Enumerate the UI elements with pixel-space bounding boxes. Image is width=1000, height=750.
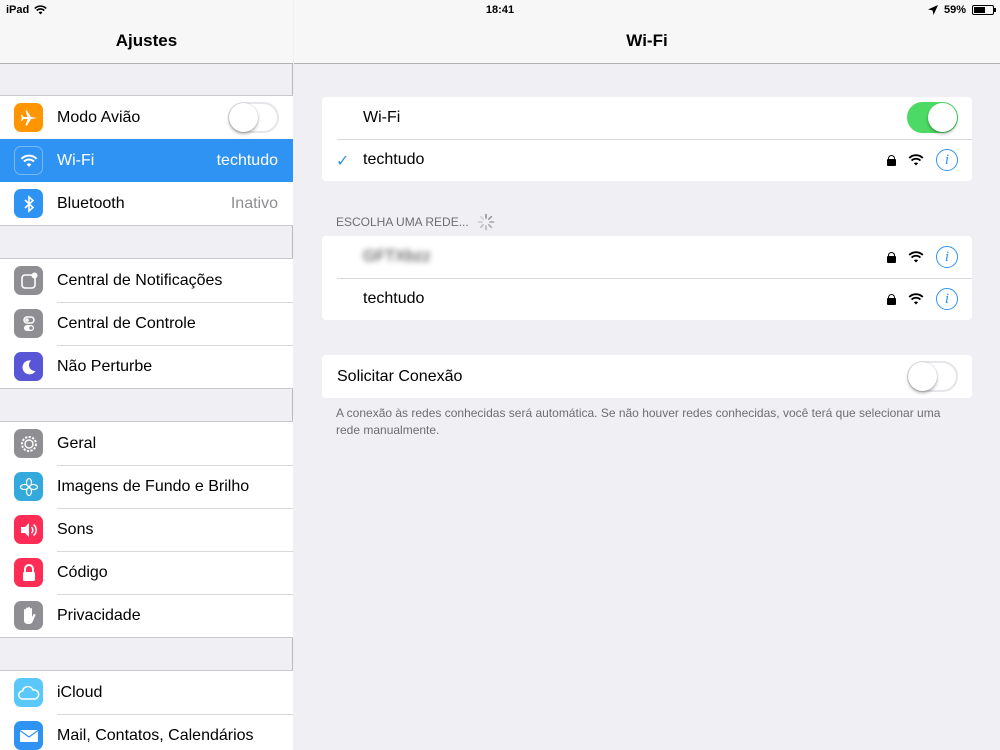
ask-to-join-toggle[interactable]: [907, 361, 958, 392]
sidebar-item-value: techtudo: [216, 151, 278, 169]
sidebar-item-passcode[interactable]: Código: [0, 551, 293, 594]
ask-to-join-row: Solicitar Conexão: [322, 355, 972, 398]
network-status-icons: i: [887, 149, 958, 171]
moon-icon: [14, 352, 43, 381]
toggle-knob: [229, 103, 258, 132]
wifi-toggle[interactable]: [907, 102, 958, 133]
sidebar-item-label: Central de Notificações: [57, 271, 223, 289]
sidebar-item-label: Não Perturbe: [57, 357, 153, 375]
settings-sidebar: Ajustes Modo Avião Wi-Fi techtudo Blueto…: [0, 0, 293, 750]
toggle-knob: [928, 103, 957, 132]
hand-icon: [14, 601, 43, 630]
bluetooth-icon: [14, 189, 43, 218]
control-center-icon: [14, 309, 43, 338]
wifi-detail-pane: Wi-Fi Wi-Fi ✓ techtudo i ESCOLHA UMA RED…: [294, 0, 1000, 750]
sidebar-title: Ajustes: [115, 31, 178, 50]
sidebar-item-wallpaper-brightness[interactable]: Imagens de Fundo e Brilho: [0, 465, 293, 508]
connected-network-row[interactable]: ✓ techtudo i: [322, 139, 972, 181]
wifi-icon: [14, 146, 43, 175]
speaker-icon: [14, 515, 43, 544]
sidebar-item-label: Código: [57, 563, 108, 581]
wifi-strength-icon: [908, 293, 924, 305]
ask-to-join-card: Solicitar Conexão: [322, 355, 972, 398]
lock-icon: [887, 251, 896, 263]
network-row[interactable]: techtudo i: [322, 278, 972, 320]
sidebar-item-label: Bluetooth: [57, 194, 125, 212]
sidebar-item-label: Privacidade: [57, 606, 141, 624]
sidebar-item-airplane-mode[interactable]: Modo Avião: [0, 96, 293, 139]
location-arrow-icon: [927, 5, 938, 15]
toggle-knob: [908, 362, 937, 391]
notifications-icon: [14, 266, 43, 295]
sidebar-item-notification-center[interactable]: Central de Notificações: [0, 259, 293, 302]
sidebar-item-sounds[interactable]: Sons: [0, 508, 293, 551]
sidebar-item-privacy[interactable]: Privacidade: [0, 594, 293, 637]
sidebar-group-connectivity: Modo Avião Wi-Fi techtudo Bluetooth Inat…: [0, 95, 293, 226]
sidebar-item-label: Modo Avião: [57, 108, 141, 126]
network-name: techtudo: [363, 290, 425, 307]
sidebar-item-label: Sons: [57, 520, 94, 538]
sidebar-item-icloud[interactable]: iCloud: [0, 671, 293, 714]
sidebar-item-value: Inativo: [230, 194, 278, 212]
sidebar-item-label: iCloud: [57, 683, 103, 701]
battery-level: [974, 7, 985, 13]
cloud-icon: [14, 678, 43, 707]
sidebar-item-label: Mail, Contatos, Calendários: [57, 726, 254, 744]
mail-icon: [14, 721, 43, 750]
status-time: 18:41: [485, 4, 515, 16]
network-row[interactable]: GFTXbzz i: [322, 236, 972, 278]
battery-icon: [972, 5, 996, 15]
lock-icon: [887, 154, 896, 166]
wifi-toggle-label: Wi-Fi: [363, 109, 401, 126]
ask-to-join-note: A conexão às redes conhecidas será autom…: [336, 406, 941, 437]
sidebar-item-label: Imagens de Fundo e Brilho: [57, 477, 250, 495]
status-bar-right: 59%: [927, 4, 996, 16]
available-networks-card: GFTXbzz i techtudo i: [322, 236, 972, 320]
choose-network-label: ESCOLHA UMA REDE...: [336, 215, 469, 229]
battery-percent: 59%: [943, 4, 966, 16]
wifi-strength-icon: [908, 154, 924, 166]
connected-network-name: techtudo: [363, 151, 425, 168]
sidebar-item-label: Geral: [57, 434, 97, 452]
wifi-strength-icon: [908, 251, 924, 263]
lock-icon: [887, 293, 896, 305]
network-status-icons: i: [887, 246, 958, 268]
choose-network-header: ESCOLHA UMA REDE...: [336, 213, 495, 231]
network-info-button[interactable]: i: [936, 288, 958, 310]
airplane-mode-toggle[interactable]: [228, 102, 279, 133]
checkmark-icon: ✓: [336, 153, 350, 170]
wifi-status-card: Wi-Fi ✓ techtudo i: [322, 97, 972, 181]
sidebar-item-bluetooth[interactable]: Bluetooth Inativo: [0, 182, 293, 225]
network-name: GFTXbzz: [363, 248, 431, 265]
sidebar-group-accounts: iCloud Mail, Contatos, Calendários: [0, 670, 293, 750]
network-info-button[interactable]: i: [936, 246, 958, 268]
sidebar-group-centers: Central de Notificações Central de Contr…: [0, 258, 293, 389]
network-info-button[interactable]: i: [936, 149, 958, 171]
sidebar-item-label: Central de Controle: [57, 314, 196, 332]
lock-icon: [14, 558, 43, 587]
airplane-icon: [14, 103, 43, 132]
sidebar-item-control-center[interactable]: Central de Controle: [0, 302, 293, 345]
sidebar-item-general[interactable]: Geral: [0, 422, 293, 465]
sidebar-item-do-not-disturb[interactable]: Não Perturbe: [0, 345, 293, 388]
ask-to-join-label: Solicitar Conexão: [337, 367, 463, 385]
sidebar-item-label: Wi-Fi: [57, 151, 95, 169]
gear-icon: [14, 429, 43, 458]
sidebar-item-mail-contacts-calendars[interactable]: Mail, Contatos, Calendários: [0, 714, 293, 750]
status-bar: iPad 18:41 59%: [0, 0, 1000, 22]
wallpaper-icon: [14, 472, 43, 501]
page-title: Wi-Fi: [626, 31, 668, 50]
wifi-toggle-row: Wi-Fi: [322, 97, 972, 139]
sidebar-item-wifi[interactable]: Wi-Fi techtudo: [0, 139, 293, 182]
loading-spinner-icon: [477, 213, 495, 231]
sidebar-group-general: Geral Imagens de Fundo e Brilho Sons Cód…: [0, 421, 293, 638]
network-status-icons: i: [887, 288, 958, 310]
